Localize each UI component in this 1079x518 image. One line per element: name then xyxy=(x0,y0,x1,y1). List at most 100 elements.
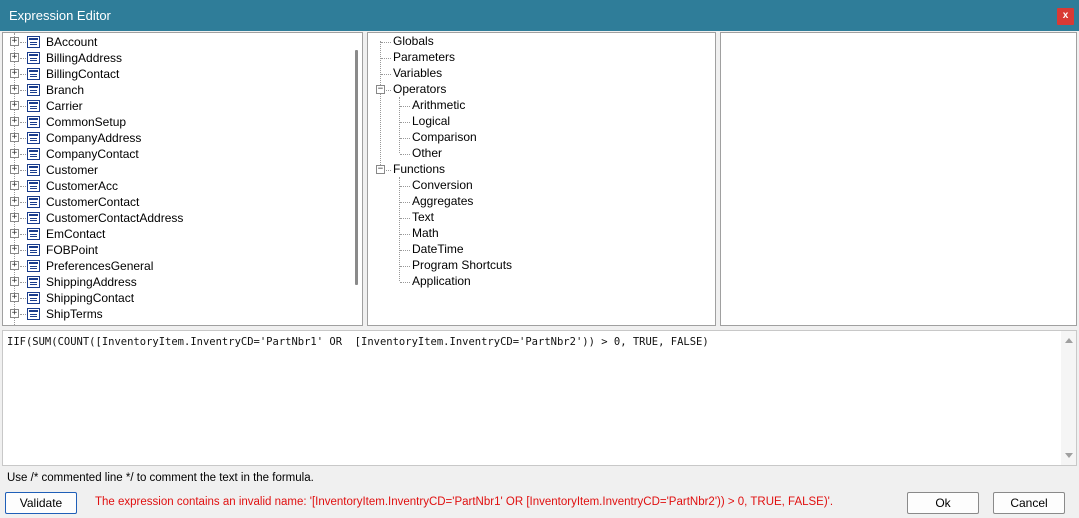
tree-item-table[interactable]: Customer xyxy=(46,162,98,178)
expand-icon[interactable]: + xyxy=(10,213,19,222)
table-icon xyxy=(27,52,40,64)
tree-connector xyxy=(400,202,410,203)
tree-connector xyxy=(20,314,26,315)
table-icon xyxy=(27,212,40,224)
tree-connector xyxy=(20,298,26,299)
tree-connector xyxy=(380,41,381,165)
tree-item-table[interactable]: CustomerContact xyxy=(46,194,139,210)
expand-icon[interactable]: + xyxy=(10,85,19,94)
tree-connector xyxy=(20,58,26,59)
tree-item-table[interactable]: BillingContact xyxy=(46,66,119,82)
editor-scrollbar[interactable] xyxy=(1061,331,1076,465)
validate-button[interactable]: Validate xyxy=(5,492,77,514)
collapse-icon[interactable]: − xyxy=(376,85,385,94)
expand-icon[interactable]: + xyxy=(10,245,19,254)
fields-tree-pane[interactable]: + BAccount + BillingAddress + BillingContact +… xyxy=(2,32,363,326)
expand-icon[interactable]: + xyxy=(10,309,19,318)
cancel-button[interactable]: Cancel xyxy=(993,492,1065,514)
items-pane[interactable] xyxy=(720,32,1077,326)
expression-text[interactable]: IIF(SUM(COUNT([InventoryItem.InventryCD=… xyxy=(7,336,709,348)
category-tree-pane[interactable]: Globals Parameters Variables − Operators… xyxy=(367,32,716,326)
tree-item-table[interactable]: CommonSetup xyxy=(46,114,126,130)
table-icon xyxy=(27,228,40,240)
tree-item-variables[interactable]: Variables xyxy=(393,65,442,81)
tree-connector xyxy=(20,186,26,187)
tree-connector xyxy=(400,138,410,139)
expand-icon[interactable]: + xyxy=(10,277,19,286)
tree-connector xyxy=(386,90,391,91)
tree-connector xyxy=(20,282,26,283)
expand-icon[interactable]: + xyxy=(10,133,19,142)
tree-connector xyxy=(20,202,26,203)
ok-button[interactable]: Ok xyxy=(907,492,979,514)
collapse-icon[interactable]: − xyxy=(376,165,385,174)
tree-item-math[interactable]: Math xyxy=(412,225,439,241)
tree-item-aggregates[interactable]: Aggregates xyxy=(412,193,473,209)
expand-icon[interactable]: + xyxy=(10,293,19,302)
comment-hint: Use /* commented line */ to comment the … xyxy=(7,472,314,484)
tree-item-table[interactable]: FOBPoint xyxy=(46,242,98,258)
tree-item-globals[interactable]: Globals xyxy=(393,33,434,49)
expand-icon[interactable]: + xyxy=(10,197,19,206)
tree-item-application[interactable]: Application xyxy=(412,273,471,289)
tree-item-table[interactable]: ShipTerms xyxy=(46,306,103,322)
tree-item-functions[interactable]: Functions xyxy=(393,161,445,177)
scroll-down-icon[interactable] xyxy=(1065,453,1073,458)
tree-connector xyxy=(400,282,410,283)
close-button[interactable]: x xyxy=(1057,8,1074,25)
tree-item-table[interactable]: BillingAddress xyxy=(46,50,122,66)
expand-icon[interactable]: + xyxy=(10,165,19,174)
tree-item-text[interactable]: Text xyxy=(412,209,434,225)
tree-connector xyxy=(20,170,26,171)
tree-item-conversion[interactable]: Conversion xyxy=(412,177,473,193)
tree-item-table[interactable]: PreferencesGeneral xyxy=(46,258,153,274)
tree-item-table[interactable]: CustomerAcc xyxy=(46,178,118,194)
tree-item-table[interactable]: EmContact xyxy=(46,226,105,242)
expand-icon[interactable]: + xyxy=(10,117,19,126)
tree-connector xyxy=(20,154,26,155)
expand-icon[interactable]: + xyxy=(10,101,19,110)
tree-connector xyxy=(20,250,26,251)
tree-item-comparison[interactable]: Comparison xyxy=(412,129,477,145)
tree-connector xyxy=(20,234,26,235)
expand-icon[interactable]: + xyxy=(10,37,19,46)
table-icon xyxy=(27,132,40,144)
tree-connector xyxy=(20,90,26,91)
expand-icon[interactable]: + xyxy=(10,181,19,190)
tree-item-table[interactable]: Carrier xyxy=(46,98,83,114)
tree-connector xyxy=(400,266,410,267)
tree-item-arithmetic[interactable]: Arithmetic xyxy=(412,97,465,113)
tree-item-table[interactable]: ShippingContact xyxy=(46,290,134,306)
fields-tree-scrollbar[interactable] xyxy=(349,33,362,325)
table-icon xyxy=(27,244,40,256)
tree-item-table[interactable]: CompanyAddress xyxy=(46,130,141,146)
tree-item-table[interactable]: CompanyContact xyxy=(46,146,139,162)
tree-item-table[interactable]: ShippingAddress xyxy=(46,274,137,290)
expand-icon[interactable]: + xyxy=(10,149,19,158)
tree-connector xyxy=(20,218,26,219)
tree-item-parameters[interactable]: Parameters xyxy=(393,49,455,65)
table-icon xyxy=(27,84,40,96)
tree-connector xyxy=(20,138,26,139)
table-icon xyxy=(27,164,40,176)
expand-icon[interactable]: + xyxy=(10,53,19,62)
tree-item-table[interactable]: CustomerContactAddress xyxy=(46,210,183,226)
tree-item-datetime[interactable]: DateTime xyxy=(412,241,464,257)
tree-item-table[interactable]: BAccount xyxy=(46,34,97,50)
expand-icon[interactable]: + xyxy=(10,229,19,238)
tree-item-logical[interactable]: Logical xyxy=(412,113,450,129)
tree-item-other[interactable]: Other xyxy=(412,145,442,161)
tree-connector xyxy=(381,74,391,75)
expression-editor[interactable]: IIF(SUM(COUNT([InventoryItem.InventryCD=… xyxy=(2,330,1077,466)
scrollbar-thumb[interactable] xyxy=(355,50,358,285)
tree-item-operators[interactable]: Operators xyxy=(393,81,446,97)
tree-connector xyxy=(381,58,391,59)
tree-item-program-shortcuts[interactable]: Program Shortcuts xyxy=(412,257,512,273)
tree-connector xyxy=(20,122,26,123)
expand-icon[interactable]: + xyxy=(10,261,19,270)
title-bar: Expression Editor x xyxy=(0,0,1079,31)
tree-item-table[interactable]: Branch xyxy=(46,82,84,98)
expand-icon[interactable]: + xyxy=(10,69,19,78)
tree-connector xyxy=(400,154,410,155)
scroll-up-icon[interactable] xyxy=(1065,338,1073,343)
